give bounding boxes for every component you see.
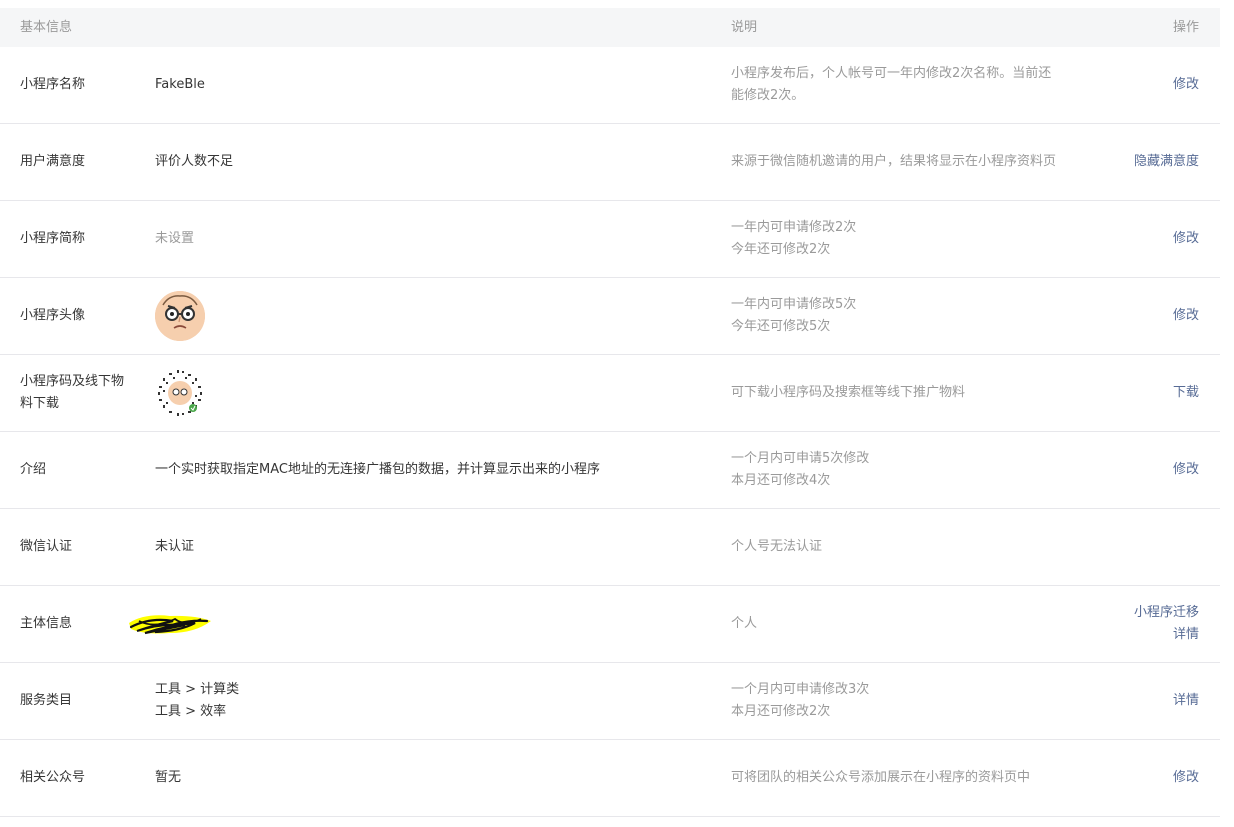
row-description: 可下载小程序码及搜索框等线下推广物料 (731, 355, 1091, 431)
row-operations: 修改 (1173, 47, 1199, 123)
table-row: 小程序头像 一年内可申请修改5次 今年还可修改5次 修改 (0, 278, 1220, 355)
row-description: 个人 (731, 586, 1091, 662)
desc-line: 来源于微信随机邀请的用户，结果将显示在小程序资料页 (731, 154, 1057, 169)
row-label: 小程序简称 (20, 231, 86, 246)
download-link[interactable]: 下载 (1173, 382, 1199, 404)
table-header: 基本信息 说明 操作 (0, 8, 1220, 47)
entity-details-link[interactable]: 详情 (1173, 624, 1199, 646)
desc-line: 小程序发布后，个人帐号可一年内修改2次名称。当前还 (731, 66, 1052, 81)
row-operations: 修改 (1173, 740, 1199, 816)
header-basic-info: 基本信息 (20, 20, 73, 35)
row-label: 小程序码及线下物 料下载 (20, 355, 140, 431)
desc-line: 能修改2次。 (731, 88, 805, 103)
header-description: 说明 (731, 20, 758, 35)
row-description: 可将团队的相关公众号添加展示在小程序的资料页中 (731, 740, 1091, 816)
desc-line: 一个月内可申请5次修改 (731, 451, 870, 466)
row-label: 介绍 (20, 462, 47, 477)
row-value (155, 278, 715, 354)
desc-line: 一年内可申请修改2次 (731, 220, 857, 235)
row-operations: 小程序迁移 详情 (1134, 586, 1199, 662)
row-label: 相关公众号 (20, 770, 86, 785)
category-line: 工具 > 计算类 (155, 682, 240, 697)
row-value: 工具 > 计算类 工具 > 效率 (155, 663, 715, 739)
table-row: 小程序简称 未设置 一年内可申请修改2次 今年还可修改2次 修改 (0, 201, 1220, 278)
table-row: 主体信息 个人 小程序迁移 详情 (0, 586, 1220, 663)
desc-line: 可下载小程序码及搜索框等线下推广物料 (731, 385, 966, 400)
desc-line: 本月还可修改4次 (731, 473, 831, 488)
table-row: 小程序名称 FakeBle 小程序发布后，个人帐号可一年内修改2次名称。当前还 … (0, 47, 1220, 124)
row-value: 一个实时获取指定MAC地址的无连接广播包的数据，并计算显示出来的小程序 (155, 462, 600, 477)
mini-program-code-icon (155, 368, 205, 418)
edit-avatar-link[interactable]: 修改 (1173, 305, 1199, 327)
row-label: 用户满意度 (20, 154, 86, 169)
desc-line: 个人号无法认证 (731, 539, 823, 554)
row-description: 小程序发布后，个人帐号可一年内修改2次名称。当前还 能修改2次。 (731, 47, 1091, 123)
header-operation: 操作 (1172, 20, 1199, 35)
desc-line: 一年内可申请修改5次 (731, 297, 857, 312)
row-operations: 修改 (1173, 432, 1199, 508)
row-label: 微信认证 (20, 539, 73, 554)
hide-satisfaction-link[interactable]: 隐藏满意度 (1134, 151, 1199, 173)
label-line: 小程序码及线下物 (20, 374, 125, 389)
row-description: 一个月内可申请5次修改 本月还可修改4次 (731, 432, 1091, 508)
row-value: FakeBle (155, 77, 205, 92)
redaction-scribble (129, 615, 211, 635)
row-description: 一年内可申请修改5次 今年还可修改5次 (731, 278, 1091, 354)
label-line: 料下载 (20, 396, 60, 411)
migrate-mini-program-link[interactable]: 小程序迁移 (1134, 602, 1199, 624)
table-row: 服务类目 工具 > 计算类 工具 > 效率 一个月内可申请修改3次 本月还可修改… (0, 663, 1220, 740)
row-description: 一个月内可申请修改3次 本月还可修改2次 (731, 663, 1091, 739)
row-operations: 下载 (1173, 355, 1199, 431)
row-operations: 隐藏满意度 (1134, 124, 1199, 200)
row-description: 来源于微信随机邀请的用户，结果将显示在小程序资料页 (731, 124, 1091, 200)
desc-line: 本月还可修改2次 (731, 704, 831, 719)
edit-intro-link[interactable]: 修改 (1173, 459, 1199, 481)
table-row: 用户满意度 评价人数不足 来源于微信随机邀请的用户，结果将显示在小程序资料页 隐… (0, 124, 1220, 201)
table-row: 微信认证 未认证 个人号无法认证 (0, 509, 1220, 586)
row-value (155, 355, 715, 431)
row-label: 小程序名称 (20, 77, 86, 92)
desc-line: 一个月内可申请修改3次 (731, 682, 870, 697)
row-value: 暂无 (155, 770, 182, 785)
table-row: 介绍 一个实时获取指定MAC地址的无连接广播包的数据，并计算显示出来的小程序 一… (0, 432, 1220, 509)
edit-short-name-link[interactable]: 修改 (1173, 228, 1199, 250)
row-label: 主体信息 (20, 616, 73, 631)
row-value (125, 586, 685, 662)
table-row: 小程序码及线下物 料下载 可下载小程序码及搜索框等线下推广物料 下载 (0, 355, 1220, 432)
row-operations: 修改 (1173, 201, 1199, 277)
cartoon-face-avatar-icon (155, 291, 205, 341)
row-operations: 详情 (1173, 663, 1199, 739)
row-description: 一年内可申请修改2次 今年还可修改2次 (731, 201, 1091, 277)
edit-official-account-link[interactable]: 修改 (1173, 767, 1199, 789)
desc-line: 可将团队的相关公众号添加展示在小程序的资料页中 (731, 770, 1031, 785)
category-line: 工具 > 效率 (155, 704, 227, 719)
category-details-link[interactable]: 详情 (1173, 690, 1199, 712)
edit-name-link[interactable]: 修改 (1173, 74, 1199, 96)
row-label: 小程序头像 (20, 308, 86, 323)
desc-line: 个人 (731, 616, 758, 631)
row-operations: 修改 (1173, 278, 1199, 354)
desc-line: 今年还可修改2次 (731, 242, 831, 257)
row-label: 服务类目 (20, 693, 73, 708)
desc-line: 今年还可修改5次 (731, 319, 831, 334)
row-value: 评价人数不足 (155, 154, 234, 169)
table-row: 相关公众号 暂无 可将团队的相关公众号添加展示在小程序的资料页中 修改 (0, 740, 1220, 817)
row-description: 个人号无法认证 (731, 509, 1091, 585)
row-value: 未设置 (155, 231, 195, 246)
row-value: 未认证 (155, 539, 195, 554)
